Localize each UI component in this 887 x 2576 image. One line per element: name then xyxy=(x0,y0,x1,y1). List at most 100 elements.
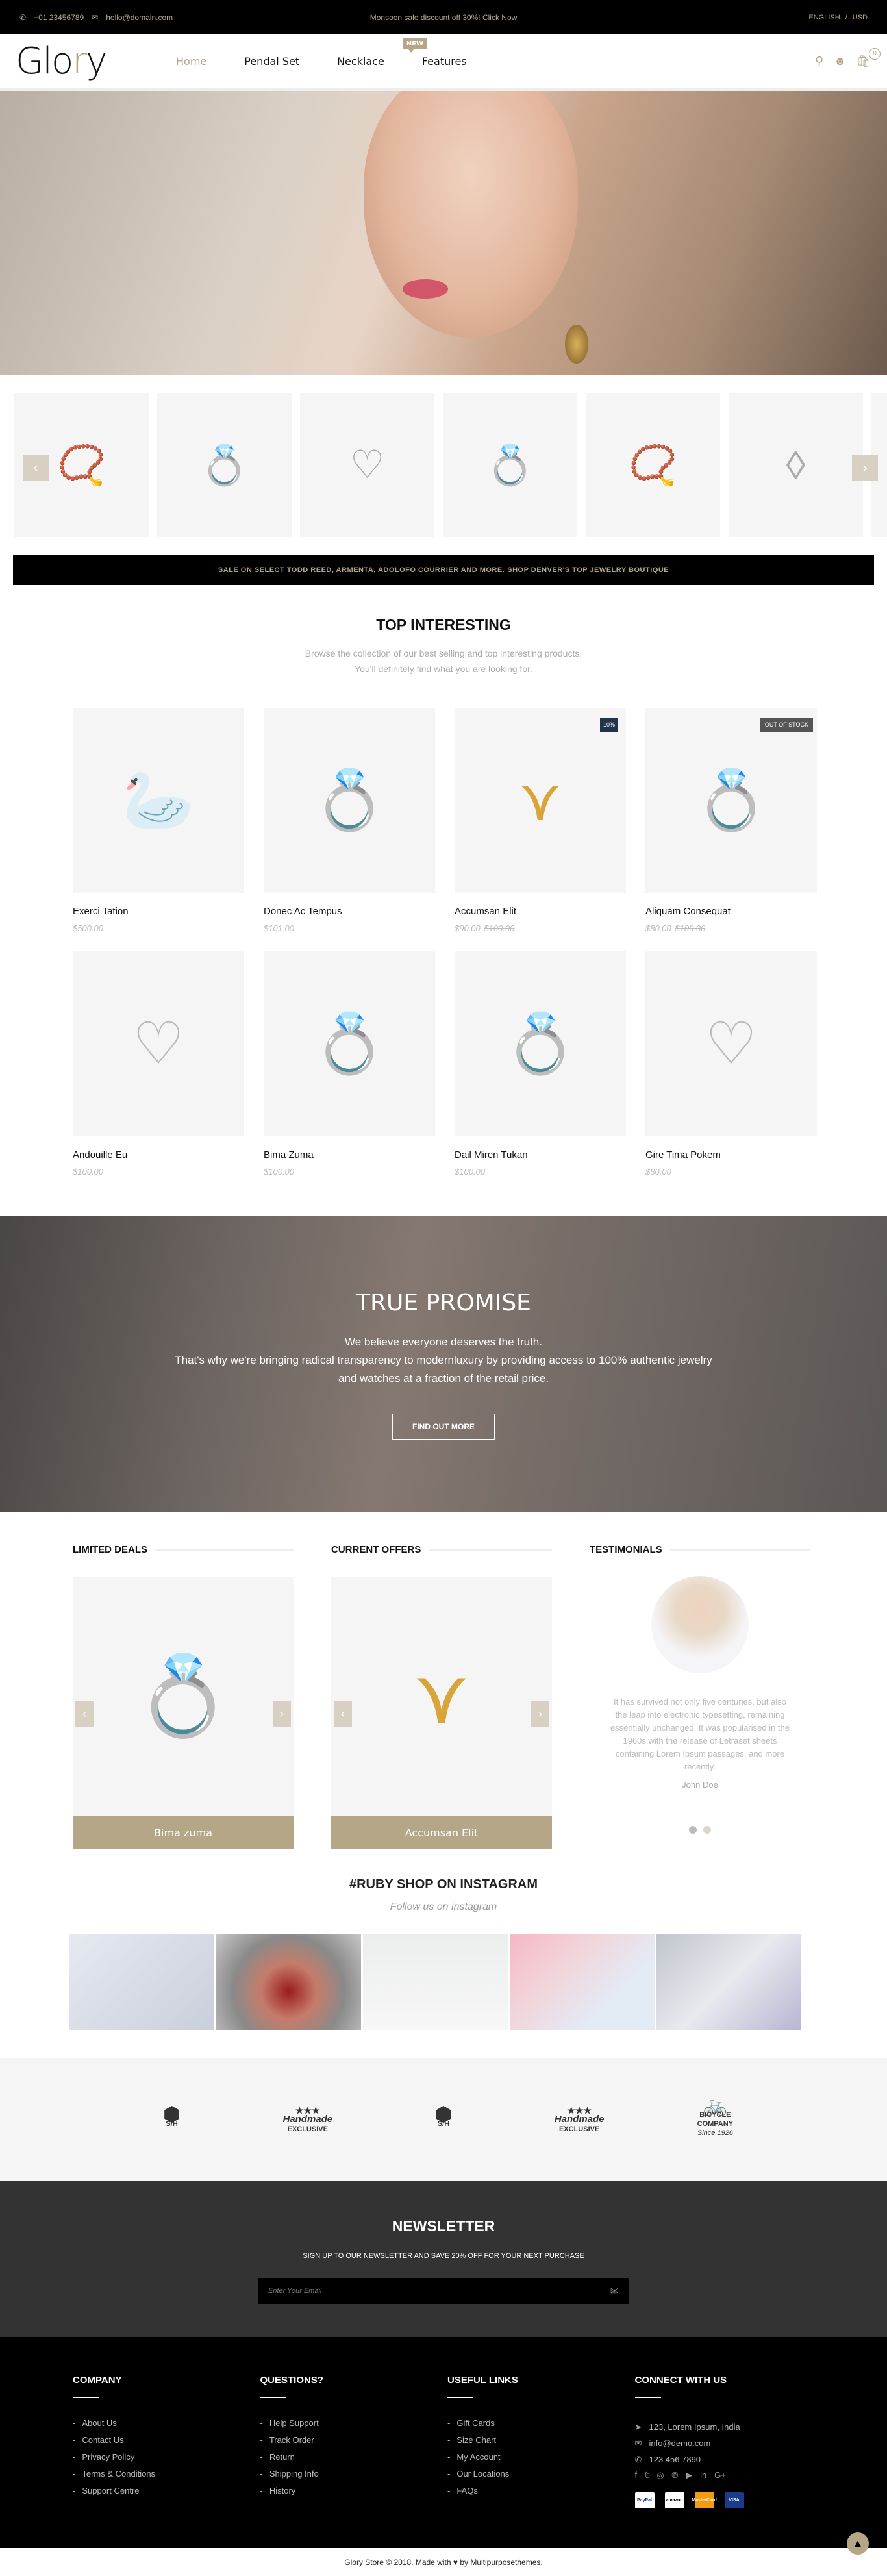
footer-link[interactable]: About Us xyxy=(73,2415,260,2432)
brand-logo[interactable]: ★★★ Handmade EXCLUSIVE xyxy=(279,2106,337,2134)
cart-icon[interactable]: 🛍 0 xyxy=(856,48,881,68)
footer-link[interactable]: Size Chart xyxy=(447,2432,635,2449)
footer-heading: CONNECT WITH US xyxy=(634,2375,727,2386)
discount-badge: 10% xyxy=(599,718,618,732)
nav-necklace[interactable]: Necklace xyxy=(318,55,403,68)
carousel-item[interactable]: ♡ xyxy=(300,393,434,537)
pinterest-icon[interactable]: ℗ xyxy=(672,2470,679,2481)
offer-image[interactable]: ⋎ ‹ › xyxy=(331,1577,552,1816)
carousel-next-button[interactable]: › xyxy=(852,455,878,481)
find-out-more-button[interactable]: FIND OUT MORE xyxy=(392,1414,495,1440)
old-price: $100.00 xyxy=(675,923,706,933)
product-card[interactable]: ♡ Gire Tima Pokem $80.00 xyxy=(645,951,817,1177)
instagram-photo[interactable] xyxy=(363,1934,508,2030)
footer-link[interactable]: Gift Cards xyxy=(447,2415,635,2432)
brand-logo[interactable]: ⬢ S/H xyxy=(414,2105,473,2129)
testimonial-author: John Doe xyxy=(682,1780,718,1790)
product-image[interactable]: ⋎ 10% xyxy=(455,708,626,893)
product-name[interactable]: Dail Miren Tukan xyxy=(455,1149,626,1160)
carousel-prev-button[interactable]: ‹ xyxy=(23,455,49,481)
product-card[interactable]: 💍 Bima Zuma $100.00 xyxy=(264,951,435,1177)
back-to-top-button[interactable]: ▲ xyxy=(847,2532,869,2555)
brand-logo[interactable]: ⬢ S/H xyxy=(143,2105,201,2129)
carousel-item[interactable]: ◊ xyxy=(729,393,863,537)
footer-link[interactable]: My Account xyxy=(447,2449,635,2466)
product-card[interactable]: 🦢 Exerci Tation $500.00 xyxy=(73,708,244,933)
subscribe-button[interactable]: ✉ xyxy=(610,2284,619,2297)
nav-pendal-set[interactable]: Pendal Set xyxy=(225,55,318,68)
product-card[interactable]: ♡ Andouille Eu $100.00 xyxy=(73,951,244,1177)
product-name[interactable]: Andouille Eu xyxy=(73,1149,244,1160)
contact-email[interactable]: info@demo.com xyxy=(649,2438,711,2448)
brand-logo[interactable]: ★★★ Handmade EXCLUSIVE xyxy=(550,2106,608,2134)
instagram-icon[interactable]: ◎ xyxy=(656,2470,664,2481)
nav-home[interactable]: Home xyxy=(157,55,225,68)
product-name[interactable]: Bima Zuma xyxy=(264,1149,435,1160)
product-image[interactable]: 💍 xyxy=(264,951,435,1136)
product-card[interactable]: 💍 OUT OF STOCK Aliquam Consequat $80.00 $… xyxy=(645,708,817,933)
footer-link[interactable]: Help Support xyxy=(260,2415,448,2432)
product-image[interactable]: 💍 OUT OF STOCK xyxy=(645,708,817,893)
footer-link[interactable]: Terms & Conditions xyxy=(73,2466,260,2482)
currency-selector[interactable]: USD xyxy=(853,14,868,21)
sale-link[interactable]: SHOP DENVER'S TOP JEWELRY BOUTIQUE xyxy=(507,566,669,574)
product-card[interactable]: 💍 Dail Miren Tukan $100.00 xyxy=(455,951,626,1177)
topbar-email[interactable]: hello@domain.com xyxy=(106,13,173,22)
footer-link[interactable]: FAQs xyxy=(447,2482,635,2499)
instagram-photo[interactable] xyxy=(510,1934,655,2030)
instagram-photo[interactable] xyxy=(656,1934,801,2030)
email-input[interactable] xyxy=(268,2287,610,2295)
price: $90.00 xyxy=(455,923,481,933)
instagram-photo[interactable] xyxy=(69,1934,214,2030)
linkedin-icon[interactable]: in xyxy=(700,2470,706,2481)
deal-image[interactable]: 💍 ‹ › xyxy=(73,1577,294,1816)
product-name[interactable]: Aliquam Consequat xyxy=(645,906,817,917)
facebook-icon[interactable]: f xyxy=(635,2470,638,2481)
footer-link[interactable]: History xyxy=(260,2482,448,2499)
product-name[interactable]: Gire Tima Pokem xyxy=(645,1149,817,1160)
search-icon[interactable]: ⚲ xyxy=(815,55,823,68)
carousel-item[interactable]: 💍 xyxy=(443,393,577,537)
deal-product-name[interactable]: Bima zuma xyxy=(73,1816,294,1849)
footer-link[interactable]: Privacy Policy xyxy=(73,2449,260,2466)
footer-link[interactable]: Our Locations xyxy=(447,2466,635,2482)
product-image[interactable]: ♡ xyxy=(645,951,817,1136)
youtube-icon[interactable]: ▶ xyxy=(686,2470,692,2481)
footer-link[interactable]: Support Centre xyxy=(73,2482,260,2499)
brand-logo[interactable]: 🚲 BICYCLE COMPANY Since 1926 xyxy=(686,2096,744,2138)
product-image[interactable]: 💍 xyxy=(455,951,626,1136)
offer-prev-button[interactable]: ‹ xyxy=(334,1701,352,1727)
google-plus-icon[interactable]: G+ xyxy=(714,2470,726,2481)
product-card[interactable]: ⋎ 10% Accumsan Elit $90.00 $100.00 xyxy=(455,708,626,933)
product-image[interactable]: ♡ xyxy=(73,951,244,1136)
twitter-icon[interactable]: 𝕥 xyxy=(645,2470,649,2481)
logo[interactable]: Glory xyxy=(16,43,157,80)
topbar-phone[interactable]: +01 23456789 xyxy=(34,13,84,22)
user-icon[interactable]: ☻ xyxy=(834,55,846,68)
footer-link[interactable]: Shipping Info xyxy=(260,2466,448,2482)
product-image[interactable]: 🦢 xyxy=(73,708,244,893)
promo-link[interactable]: Monsoon sale discount off 30%! Click Now xyxy=(370,13,518,22)
footer-link[interactable]: Track Order xyxy=(260,2432,448,2449)
product-image[interactable]: 💍 xyxy=(264,708,435,893)
contact-phone[interactable]: 123 456 7890 xyxy=(649,2455,701,2464)
carousel-item[interactable]: 💍 xyxy=(157,393,292,537)
product-name[interactable]: Exerci Tation xyxy=(73,906,244,917)
product-card[interactable]: 💍 Donec Ac Tempus $101.00 xyxy=(264,708,435,933)
product-name[interactable]: Accumsan Elit xyxy=(455,906,626,917)
deal-prev-button[interactable]: ‹ xyxy=(75,1701,94,1727)
product-name[interactable]: Donec Ac Tempus xyxy=(264,906,435,917)
copyright-credit[interactable]: by Multipurposethemes. xyxy=(460,2558,542,2567)
footer-link[interactable]: Contact Us xyxy=(73,2432,260,2449)
language-selector[interactable]: ENGLISH xyxy=(808,14,840,21)
slider-dot[interactable] xyxy=(689,1826,697,1834)
nav-features[interactable]: NEW Features xyxy=(403,38,486,68)
deal-next-button[interactable]: › xyxy=(273,1701,291,1727)
offer-next-button[interactable]: › xyxy=(531,1701,549,1727)
footer-link[interactable]: Return xyxy=(260,2449,448,2466)
slider-dot-active[interactable] xyxy=(703,1826,711,1834)
instagram-photo[interactable] xyxy=(216,1934,361,2030)
offer-product-name[interactable]: Accumsan Elit xyxy=(331,1816,552,1849)
carousel-item[interactable]: 📿 xyxy=(586,393,720,537)
divider xyxy=(73,2397,99,2398)
